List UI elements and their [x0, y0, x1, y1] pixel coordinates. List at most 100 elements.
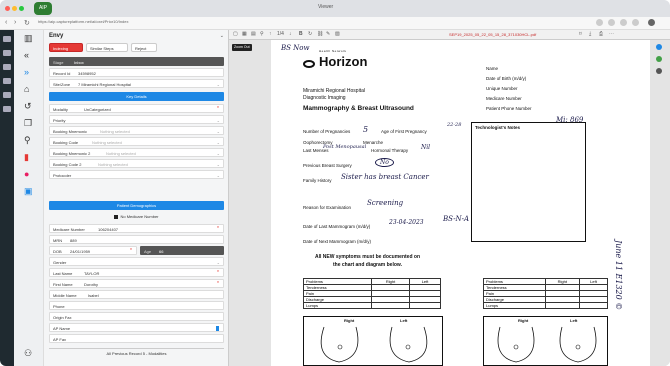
- last-name-field[interactable]: Last Name TAYLOR *: [49, 268, 224, 277]
- panel-title: Envy: [49, 33, 64, 39]
- booking-mnemonic-2-select[interactable]: Booking Mnemonic 2 Nothing selected ⌄: [49, 148, 224, 157]
- previous-records-header[interactable]: All Previous Record 5 - Modalities: [49, 348, 224, 358]
- stamp-icon[interactable]: ▨: [335, 31, 340, 37]
- collapse-icon[interactable]: «: [24, 50, 29, 60]
- modality-label: Modality: [53, 107, 68, 112]
- add-icon[interactable]: [656, 44, 662, 50]
- grid-icon[interactable]: ▦: [242, 31, 247, 37]
- mrn-field[interactable]: MRN 889: [49, 235, 224, 244]
- record-id-value: 34598952: [78, 71, 96, 76]
- draw-icon[interactable]: ✎: [326, 31, 330, 37]
- phone-field[interactable]: Phone: [49, 301, 224, 310]
- help-icon[interactable]: [3, 106, 11, 112]
- ap-fax-label: AP Fax: [53, 337, 67, 342]
- reload-icon[interactable]: ↻: [24, 19, 30, 27]
- site-zone-select[interactable]: Site/Zone 7 Miramichi Regional Hospital …: [49, 79, 224, 88]
- handwritten-last-menses: Post Menopausal: [323, 144, 367, 150]
- gender-select[interactable]: Gender ⌄: [49, 257, 224, 266]
- check-icon[interactable]: [656, 56, 662, 62]
- users-icon[interactable]: ⚇: [24, 348, 32, 359]
- chevron-down-icon[interactable]: ⌄: [220, 33, 224, 39]
- zoom-out-button[interactable]: Zoom Out: [232, 44, 252, 51]
- booking-code-2-select[interactable]: Booking Code 2 Nothing selected ⌄: [49, 159, 224, 168]
- search-icon[interactable]: ⚲: [260, 31, 264, 37]
- reject-button[interactable]: Reject: [131, 43, 157, 52]
- queue-icon[interactable]: [3, 92, 11, 98]
- home-icon[interactable]: ⌂: [24, 84, 29, 94]
- copy-icon[interactable]: ❐: [24, 118, 32, 129]
- extension-icon[interactable]: [596, 19, 603, 26]
- symptoms-note-line-1: All NEW symptoms must be documented on: [315, 254, 421, 260]
- home-icon[interactable]: [3, 36, 11, 42]
- menu-icon[interactable]: [656, 68, 662, 74]
- expand-icon[interactable]: »: [24, 67, 29, 77]
- breast-outline-icon: [320, 326, 428, 363]
- url-field[interactable]: https://aip.captureplatform.net/ai/oxel/…: [38, 19, 129, 24]
- sidebar-toggle-icon[interactable]: ▢: [233, 31, 238, 37]
- key-details-header[interactable]: Key Details: [49, 92, 224, 101]
- medicare-number-field[interactable]: Medicare Number 106204407 *: [49, 224, 224, 233]
- document-page: BS Now Horizon Health Network Miramichi …: [271, 40, 650, 366]
- origin-fax-field[interactable]: Origin Fax: [49, 312, 224, 321]
- required-icon: *: [217, 226, 219, 232]
- forward-icon[interactable]: ›: [14, 19, 16, 26]
- patient-phone-label: Patient Phone Number: [486, 106, 532, 111]
- settings-icon[interactable]: [3, 64, 11, 70]
- save-icon[interactable]: ▣: [24, 186, 33, 197]
- next-page-icon[interactable]: ↓: [289, 31, 292, 37]
- technologist-notes-box: Technologist's Notes: [471, 122, 586, 242]
- similar-steps-button[interactable]: Similar Steps: [86, 43, 128, 52]
- previous-surgery-label: Previous Breast Surgery: [303, 163, 352, 168]
- rotate-icon[interactable]: ↻: [308, 31, 312, 37]
- bookmark-icon[interactable]: [608, 19, 615, 26]
- priority-select[interactable]: Priority ⌄: [49, 115, 224, 124]
- ap-fax-field[interactable]: AP Fax: [49, 334, 224, 343]
- stage-label: Stage: [53, 60, 64, 65]
- bookmark-icon[interactable]: ⌑: [579, 31, 582, 37]
- checkbox-icon[interactable]: [114, 214, 119, 219]
- document-icon[interactable]: [3, 78, 11, 84]
- viewer-toolbar: ▢ ▦ ▤ ⚲ ↑ 1/4 ↓ B ↻ ⛓ ✎ ▨ SEP19_2025_05_…: [229, 30, 670, 40]
- middle-name-field[interactable]: Middle Name Isabel: [49, 290, 224, 299]
- browser-tab[interactable]: AIP: [34, 2, 52, 15]
- settings-icon[interactable]: [632, 19, 639, 26]
- origin-fax-label: Origin Fax: [53, 315, 72, 320]
- minimize-window-icon[interactable]: [12, 6, 17, 11]
- dob-field[interactable]: DOB 24/01/1959 *: [49, 246, 137, 255]
- tag-icon[interactable]: ●: [24, 169, 29, 179]
- required-icon: *: [217, 270, 219, 276]
- thumbnails-icon[interactable]: ▤: [251, 31, 256, 37]
- record-id-field[interactable]: Record Id 34598952: [49, 68, 224, 77]
- viewer-right-strip: [650, 40, 670, 366]
- menu-icon[interactable]: [648, 19, 655, 26]
- no-medicare-checkbox[interactable]: No Medicare Number: [49, 213, 224, 221]
- booking-code-select[interactable]: Booking Code Nothing selected ⌄: [49, 137, 224, 146]
- close-window-icon[interactable]: [5, 6, 10, 11]
- modality-select[interactable]: Modality UnCategorized *: [49, 104, 224, 113]
- print-icon[interactable]: ⎙: [599, 31, 603, 37]
- ap-name-field[interactable]: AP Name: [49, 323, 224, 332]
- middle-name-value: Isabel: [88, 293, 99, 298]
- booking-mnemonic-select[interactable]: Booking Mnemonic Nothing selected ⌄: [49, 126, 224, 135]
- profile-icon[interactable]: [620, 19, 627, 26]
- page-indicator[interactable]: 1/4: [277, 31, 284, 37]
- middle-name-label: Middle Name: [53, 293, 77, 298]
- protocoler-select[interactable]: Protocoler ⌄: [49, 170, 224, 179]
- maximize-window-icon[interactable]: [19, 6, 24, 11]
- back-icon[interactable]: ‹: [5, 19, 7, 26]
- link-icon[interactable]: ⛓: [317, 31, 323, 37]
- pdf-icon[interactable]: ▮: [24, 152, 29, 163]
- first-name-field[interactable]: First Name Dorothy *: [49, 279, 224, 288]
- row-lumps: Lumps: [483, 302, 546, 309]
- more-icon[interactable]: ⋯: [609, 31, 614, 37]
- download-icon[interactable]: ⤓: [589, 31, 591, 37]
- medicare-doc-label: Medicare Number: [486, 96, 522, 101]
- history-icon[interactable]: ↺: [24, 101, 32, 112]
- booking-mnemonic-2-placeholder: Nothing selected: [106, 151, 136, 156]
- pin-icon[interactable]: ⚲: [24, 135, 31, 146]
- prev-page-icon[interactable]: ↑: [269, 31, 272, 37]
- bold-icon[interactable]: B: [299, 31, 303, 37]
- indexing-button[interactable]: Indexing: [49, 43, 83, 52]
- menu-icon[interactable]: [3, 50, 11, 56]
- patient-demographics-header[interactable]: Patient Demographics: [49, 201, 224, 210]
